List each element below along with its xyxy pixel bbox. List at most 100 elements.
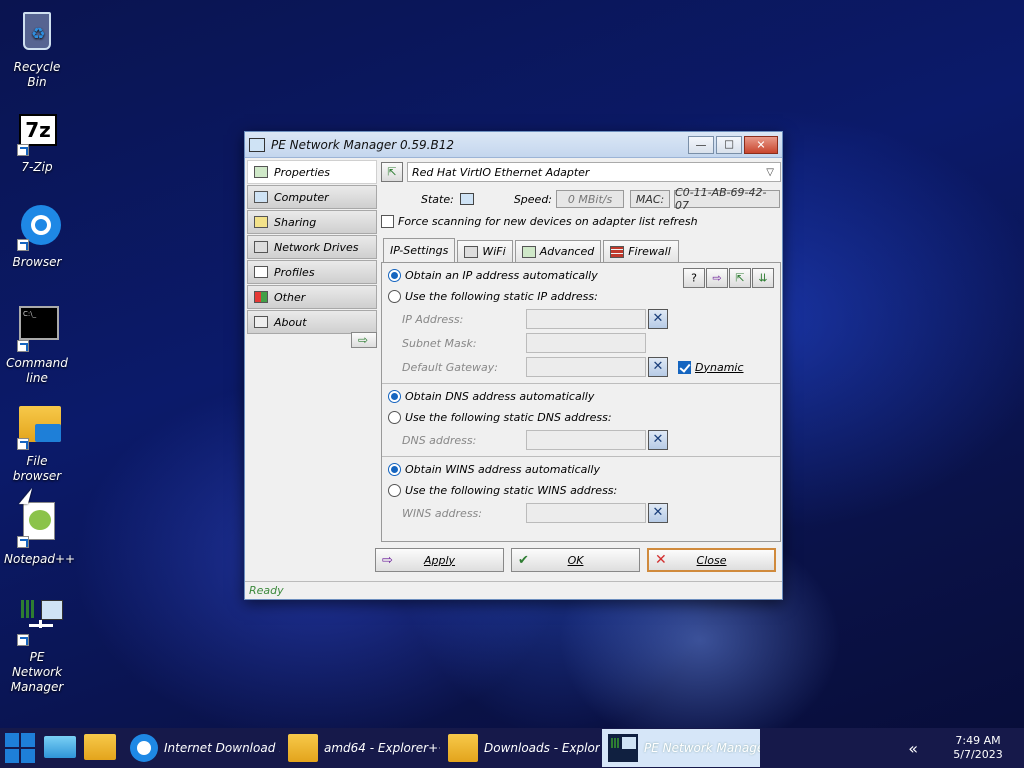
clock[interactable]: 7:49 AM 5/7/2023 bbox=[932, 734, 1024, 762]
ok-button-label: OK bbox=[567, 553, 584, 567]
desktop-icon-command-line[interactable]: C:\_ Command line bbox=[4, 304, 70, 386]
tab-firewall[interactable]: Firewall bbox=[603, 240, 680, 262]
dynamic-checkbox[interactable] bbox=[678, 360, 691, 374]
dns-static-radio[interactable] bbox=[388, 411, 401, 424]
ip-static-label: Use the following static IP address: bbox=[405, 290, 598, 303]
task-label: Downloads - Explore... bbox=[484, 741, 600, 755]
profiles-icon bbox=[254, 266, 268, 278]
desktop-icon-pe-network-manager[interactable]: PE Network Manager bbox=[4, 598, 70, 695]
start-button[interactable] bbox=[0, 728, 40, 768]
dns-address-input[interactable] bbox=[526, 430, 646, 450]
network-status-icon bbox=[459, 193, 474, 205]
apply-button[interactable]: ⇨ Apply bbox=[375, 548, 504, 572]
computer-icon bbox=[254, 191, 268, 203]
properties-icon bbox=[254, 166, 268, 178]
mac-value: C0-11-AB-69-42-07 bbox=[674, 186, 781, 212]
wifi-icon bbox=[464, 245, 479, 258]
ok-button[interactable]: ✔ OK bbox=[511, 548, 640, 572]
tab-wifi[interactable]: WiFi bbox=[457, 240, 513, 262]
advanced-icon bbox=[521, 245, 536, 258]
close-button[interactable]: ✕ Close bbox=[647, 548, 776, 572]
minimize-button[interactable]: — bbox=[688, 135, 714, 154]
wins-auto-radio[interactable] bbox=[388, 463, 401, 476]
speed-label: Speed: bbox=[513, 192, 553, 206]
desktop-icon-label: Command line bbox=[6, 356, 68, 385]
ip-auto-radio[interactable] bbox=[388, 269, 401, 282]
close-icon: ✕ bbox=[652, 311, 664, 327]
clear-wins-button[interactable]: ✕ bbox=[648, 503, 668, 523]
sidebar-item-computer[interactable]: Computer bbox=[247, 185, 377, 209]
dns-static-label: Use the following static DNS address: bbox=[405, 411, 612, 424]
taskbar-task-pe-network-manager[interactable]: PE Network Manage... bbox=[602, 729, 760, 767]
subnet-mask-input[interactable] bbox=[526, 333, 646, 353]
desktop-icon-file-browser[interactable]: File browser bbox=[4, 402, 70, 484]
sidebar-item-other[interactable]: Other bbox=[247, 285, 377, 309]
tab-ip-settings[interactable]: IP-Settings bbox=[383, 238, 456, 262]
show-hidden-icons-icon[interactable]: « bbox=[908, 739, 918, 758]
desktop-icon-recycle-bin[interactable]: ♻ Recycle Bin bbox=[4, 8, 70, 90]
sidebar-item-sharing[interactable]: Sharing bbox=[247, 210, 377, 234]
folder-icon bbox=[288, 734, 318, 762]
clear-ip-button[interactable]: ✕ bbox=[648, 309, 668, 329]
tab-bar: IP-Settings WiFi Advanced Firewall bbox=[381, 238, 781, 262]
sidebar-item-label: About bbox=[274, 315, 307, 329]
sidebar-collapse-button[interactable]: ⇨ bbox=[351, 332, 377, 348]
sidebar-item-label: Sharing bbox=[274, 215, 317, 229]
shortcut-arrow-icon bbox=[17, 144, 29, 156]
adapter-select[interactable]: Red Hat VirtIO Ethernet Adapter ▽ bbox=[407, 162, 781, 182]
help-button[interactable]: ? bbox=[683, 268, 705, 288]
folder-icon bbox=[448, 734, 478, 762]
taskbar-task-amd64-explorer[interactable]: amd64 - Explorer++ bbox=[282, 729, 440, 767]
tab-advanced[interactable]: Advanced bbox=[514, 240, 602, 262]
taskbar-explorer-button[interactable] bbox=[80, 728, 120, 768]
mac-label: MAC: bbox=[630, 190, 671, 208]
main-panel: ⇱ Red Hat VirtIO Ethernet Adapter ▽ Stat… bbox=[381, 160, 781, 542]
sidebar-item-profiles[interactable]: Profiles bbox=[247, 260, 377, 284]
desktop-icon-label: Recycle Bin bbox=[13, 60, 61, 89]
wins-static-radio[interactable] bbox=[388, 484, 401, 497]
system-tray: « 7:49 AM 5/7/2023 bbox=[908, 734, 1024, 762]
maximize-button[interactable]: ☐ bbox=[716, 135, 742, 154]
expand-button[interactable]: ⇊ bbox=[752, 268, 774, 288]
dynamic-label: Dynamic bbox=[695, 360, 744, 374]
desktop-icon-browser[interactable]: Browser bbox=[4, 203, 70, 270]
tab-label: IP-Settings bbox=[390, 244, 449, 257]
task-label: Internet Download ... bbox=[164, 741, 280, 755]
shortcut-arrow-icon bbox=[17, 438, 29, 450]
task-label: PE Network Manage... bbox=[644, 741, 760, 755]
sidebar-item-properties[interactable]: Properties bbox=[247, 160, 377, 184]
export-button[interactable]: ⇱ bbox=[729, 268, 751, 288]
desktop-icon-notepadpp[interactable]: Notepad++ bbox=[4, 500, 76, 567]
refresh-icon: ⇱ bbox=[387, 165, 397, 179]
ip-static-radio[interactable] bbox=[388, 290, 401, 303]
desktop-icon-label: File browser bbox=[12, 454, 62, 483]
wins-address-input[interactable] bbox=[526, 503, 646, 523]
titlebar[interactable]: PE Network Manager 0.59.B12 — ☐ ✕ bbox=[245, 132, 782, 158]
taskbar-desktop-button[interactable] bbox=[40, 728, 80, 768]
ip-address-input[interactable] bbox=[526, 309, 646, 329]
tab-label: Advanced bbox=[539, 245, 595, 258]
pe-network-manager-window: PE Network Manager 0.59.B12 — ☐ ✕ Proper… bbox=[244, 131, 783, 600]
ip-address-label: IP Address: bbox=[402, 312, 464, 326]
desktop-icon-7zip[interactable]: 7z 7-Zip bbox=[4, 108, 70, 175]
taskbar-task-internet-download[interactable]: Internet Download ... bbox=[122, 729, 280, 767]
clock-date: 5/7/2023 bbox=[953, 748, 1003, 761]
folder-icon bbox=[13, 402, 61, 450]
clear-dns-button[interactable]: ✕ bbox=[648, 430, 668, 450]
window-title: PE Network Manager 0.59.B12 bbox=[271, 137, 454, 152]
taskbar: Internet Download ... amd64 - Explorer++… bbox=[0, 728, 1024, 768]
desktop-icon-label: Notepad++ bbox=[4, 552, 76, 566]
sidebar-item-label: Properties bbox=[274, 165, 331, 179]
force-scan-checkbox[interactable] bbox=[381, 214, 394, 228]
clear-gateway-button[interactable]: ✕ bbox=[648, 357, 668, 377]
apply-arrow-button[interactable]: ⇨ bbox=[706, 268, 728, 288]
dns-auto-radio[interactable] bbox=[388, 390, 401, 403]
close-window-button[interactable]: ✕ bbox=[744, 135, 778, 154]
refresh-adapters-button[interactable]: ⇱ bbox=[381, 162, 403, 182]
sidebar-item-network-drives[interactable]: Network Drives bbox=[247, 235, 377, 259]
default-gateway-input[interactable] bbox=[526, 357, 646, 377]
firewall-icon bbox=[610, 245, 625, 258]
sidebar-item-about[interactable]: About bbox=[247, 310, 377, 334]
taskbar-task-downloads-explorer[interactable]: Downloads - Explore... bbox=[442, 729, 600, 767]
dns-address-label: DNS address: bbox=[402, 433, 477, 447]
